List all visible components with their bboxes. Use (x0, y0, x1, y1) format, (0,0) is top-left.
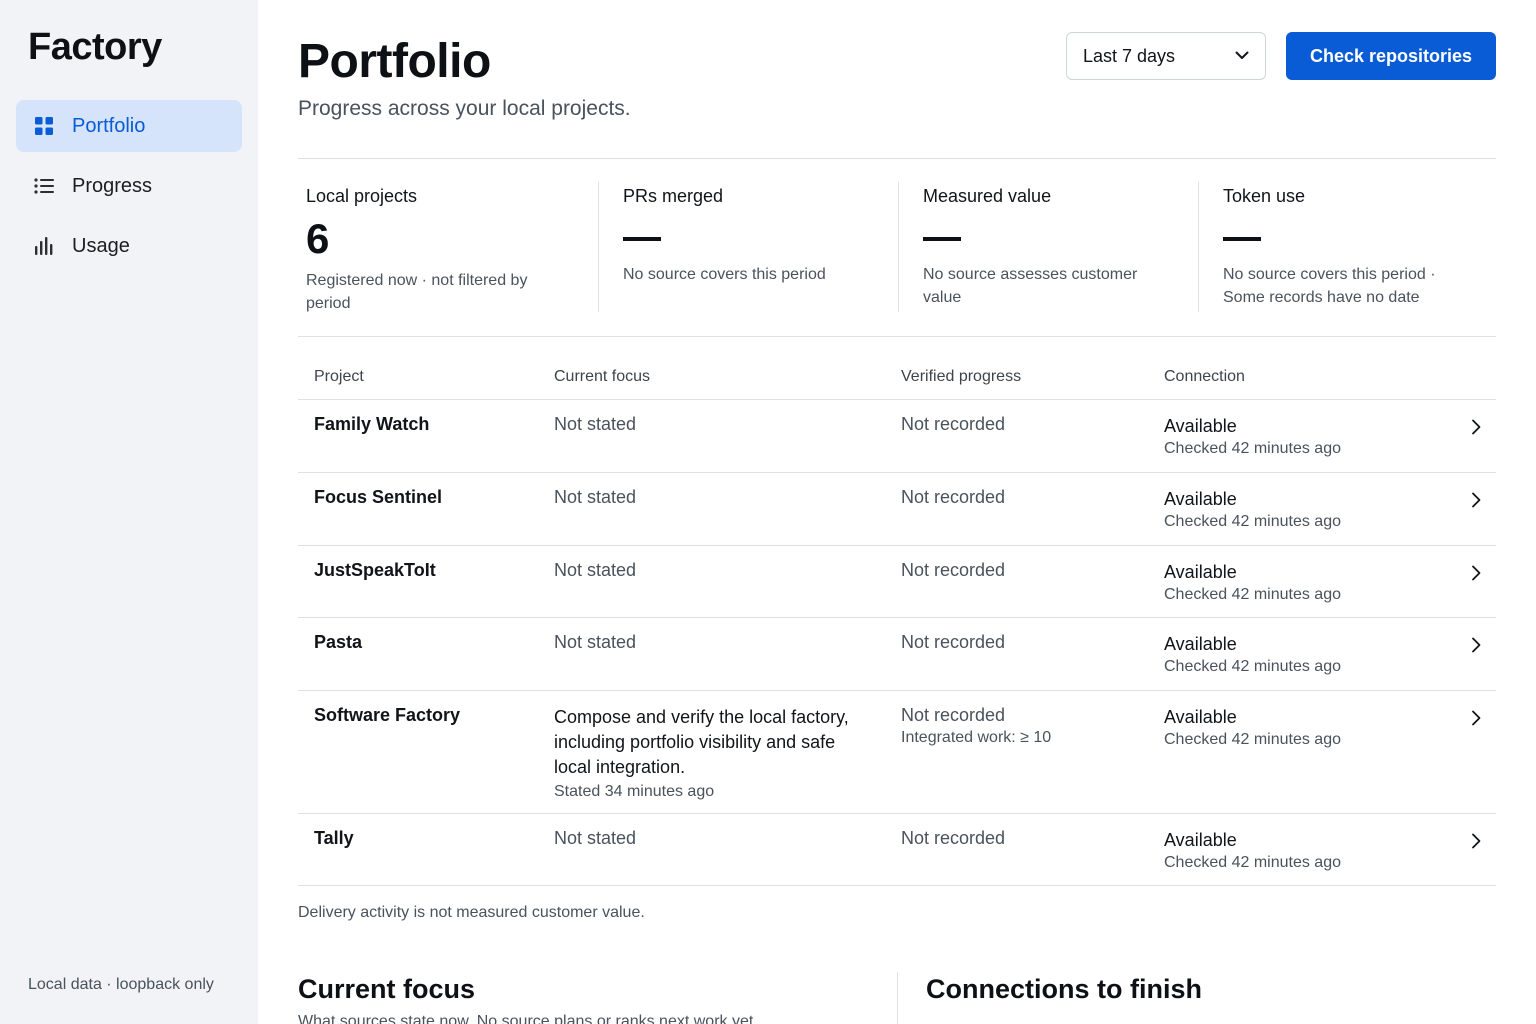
section-title-connections: Connections to finish (926, 974, 1202, 1004)
metric-label: Token use (1223, 186, 1306, 206)
progress-note: Integrated work: ≥ 10 (901, 729, 1052, 746)
chevron-down-icon (1235, 47, 1249, 65)
divider (298, 158, 1496, 159)
section-subtitle-current-focus: What sources state now. No source plans … (298, 1013, 758, 1024)
metric-prs-merged: PRs merged No source covers this period (598, 182, 898, 312)
section-title-current-focus: Current focus (298, 974, 476, 1004)
focus-stated-time: Stated 34 minutes ago (554, 783, 715, 800)
focus-text: Compose and verify the local factory, in… (554, 707, 849, 777)
chevron-right-icon[interactable] (1468, 492, 1484, 508)
focus-text: Not stated (554, 487, 637, 507)
progress-text: Not recorded (901, 632, 1006, 652)
table-row[interactable]: Focus Sentinel Not stated Not recorded A… (298, 473, 1496, 546)
table-row[interactable]: Pasta Not stated Not recorded Available C… (298, 618, 1496, 691)
metric-token-use: Token use No source covers this period ·… (1198, 182, 1496, 312)
focus-text: Not stated (554, 560, 637, 580)
sidebar-item-label: Progress (72, 174, 153, 197)
sidebar-nav: Portfolio Progress Usage (16, 100, 242, 280)
connection-status: Available (1164, 489, 1237, 509)
list-icon (34, 176, 54, 196)
metric-label: PRs merged (623, 186, 724, 206)
table-footnote: Delivery activity is not measured custom… (298, 904, 645, 921)
table-header: Project Current focus Verified progress … (298, 360, 1496, 400)
period-select[interactable]: Last 7 days (1066, 32, 1266, 80)
connection-status: Available (1164, 830, 1237, 850)
divider (298, 336, 1496, 337)
table-row[interactable]: JustSpeakToIt Not stated Not recorded Av… (298, 546, 1496, 618)
metric-value: 6 (306, 215, 330, 262)
metric-label: Measured value (923, 186, 1052, 206)
main-content: Portfolio Progress across your local pro… (298, 0, 1496, 1024)
sidebar-item-progress[interactable]: Progress (16, 160, 242, 212)
project-name: Pasta (314, 632, 363, 652)
metric-label: Local projects (306, 186, 418, 206)
connection-checked: Checked 42 minutes ago (1164, 731, 1341, 748)
metric-note: Registered now · not filtered by period (306, 272, 528, 312)
chevron-right-icon[interactable] (1468, 565, 1484, 581)
progress-text: Not recorded (901, 487, 1006, 507)
metric-note: No source covers this period · Some reco… (1223, 266, 1436, 306)
column-header-focus: Current focus (554, 368, 651, 385)
column-header-project: Project (314, 368, 364, 385)
column-header-progress: Verified progress (901, 368, 1022, 385)
connection-checked: Checked 42 minutes ago (1164, 658, 1341, 675)
table-row[interactable]: Software Factory Compose and verify the … (298, 691, 1496, 814)
metric-value-empty (923, 237, 961, 241)
connection-checked: Checked 42 minutes ago (1164, 513, 1341, 530)
metric-note: No source assesses customer value (923, 266, 1138, 306)
brand-logo: Factory (28, 26, 162, 68)
bar-chart-icon (34, 236, 54, 256)
focus-text: Not stated (554, 414, 637, 434)
progress-text: Not recorded (901, 414, 1006, 434)
metric-note: No source covers this period (623, 266, 826, 283)
chevron-right-icon[interactable] (1468, 419, 1484, 435)
sidebar-item-label: Usage (72, 234, 130, 257)
project-name: Focus Sentinel (314, 487, 443, 507)
section-divider (897, 972, 898, 1024)
sidebar: Factory Portfolio Progress Usage Local d… (0, 0, 258, 1024)
focus-text: Not stated (554, 632, 637, 652)
project-name: Software Factory (314, 705, 461, 725)
metric-local-projects: Local projects 6 Registered now · not fi… (298, 182, 598, 312)
project-name: JustSpeakToIt (314, 560, 436, 580)
chevron-right-icon[interactable] (1468, 637, 1484, 653)
metric-measured-value: Measured value No source assesses custom… (898, 182, 1198, 312)
grid-icon (34, 116, 54, 136)
focus-text: Not stated (554, 828, 637, 848)
sidebar-footer: Local data · loopback only (28, 976, 214, 993)
metric-value-empty (1223, 237, 1261, 241)
progress-text: Not recorded (901, 828, 1006, 848)
metric-value-empty (623, 237, 661, 241)
connection-checked: Checked 42 minutes ago (1164, 586, 1341, 603)
connection-status: Available (1164, 562, 1237, 582)
connection-checked: Checked 42 minutes ago (1164, 854, 1341, 871)
connection-status: Available (1164, 634, 1237, 654)
sidebar-item-portfolio[interactable]: Portfolio (16, 100, 242, 152)
connection-status: Available (1164, 416, 1237, 436)
page-title: Portfolio (298, 35, 491, 88)
chevron-right-icon[interactable] (1468, 833, 1484, 849)
project-name: Family Watch (314, 414, 430, 434)
check-repositories-button[interactable]: Check repositories (1286, 32, 1496, 80)
table-row[interactable]: Tally Not stated Not recorded Available C… (298, 814, 1496, 886)
column-header-connection: Connection (1164, 368, 1245, 385)
progress-text: Not recorded (901, 560, 1006, 580)
connection-checked: Checked 42 minutes ago (1164, 440, 1341, 457)
chevron-right-icon[interactable] (1468, 710, 1484, 726)
sidebar-item-label: Portfolio (72, 114, 146, 137)
project-name: Tally (314, 828, 354, 848)
period-select-value: Last 7 days (1083, 45, 1176, 66)
page-subtitle: Progress across your local projects. (298, 97, 631, 120)
progress-text: Not recorded (901, 705, 1006, 725)
sidebar-item-usage[interactable]: Usage (16, 220, 242, 272)
projects-table: Project Current focus Verified progress … (298, 360, 1496, 886)
connection-status: Available (1164, 707, 1237, 727)
table-row[interactable]: Family Watch Not stated Not recorded Ava… (298, 400, 1496, 473)
metrics-row: Local projects 6 Registered now · not fi… (298, 182, 1496, 312)
